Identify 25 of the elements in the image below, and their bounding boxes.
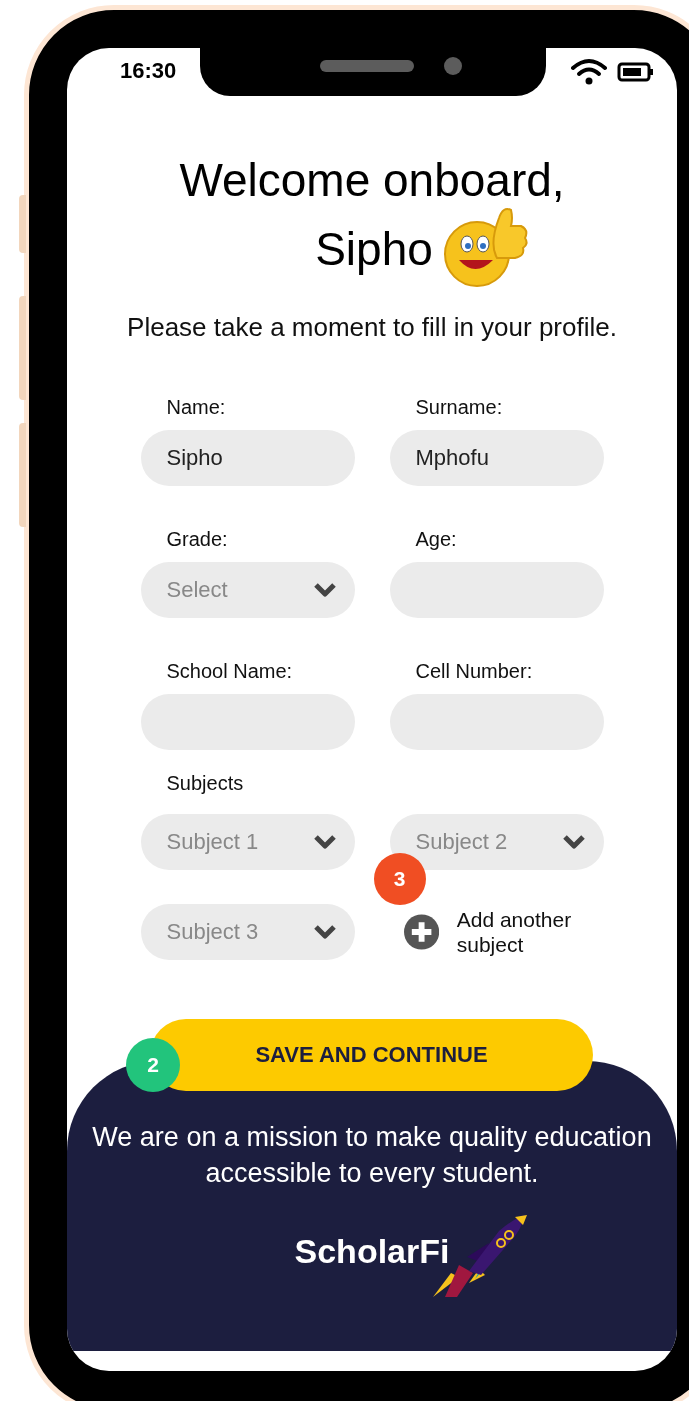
step-badge: 3	[373, 853, 426, 905]
plus-circle-icon	[403, 914, 439, 950]
battery-icon	[617, 62, 655, 82]
camera-dot	[444, 57, 462, 75]
field-label: School Name:	[165, 659, 294, 684]
field-label: Name:	[165, 395, 227, 420]
text-field[interactable]: Mphofu	[389, 430, 604, 486]
field-label: Cell Number:	[414, 659, 534, 684]
subtitle-text: Please take a moment to fill in your profile.	[126, 311, 618, 344]
text-field[interactable]: Sipho	[140, 430, 355, 486]
chevron-down-icon	[312, 924, 337, 940]
logo-text: ScholarFi	[294, 1232, 450, 1271]
add-subject-button[interactable]: Add another subject	[389, 904, 604, 960]
field-label: Age:	[414, 527, 458, 552]
chevron-down-icon	[312, 834, 337, 850]
subjects-label: Subjects	[165, 771, 245, 796]
chevron-down-icon	[312, 582, 337, 598]
wifi-icon	[571, 58, 607, 86]
field-label: Grade:	[165, 527, 229, 552]
heading-text: Welcome onboard,	[179, 153, 565, 208]
mission-text: We are on a mission to make quality education accessible to every student.	[92, 1121, 652, 1190]
heading-name: Sipho	[315, 222, 433, 277]
chevron-down-icon	[561, 834, 586, 850]
field-label: Surname:	[414, 395, 504, 420]
status-time: 16:30	[120, 58, 177, 84]
